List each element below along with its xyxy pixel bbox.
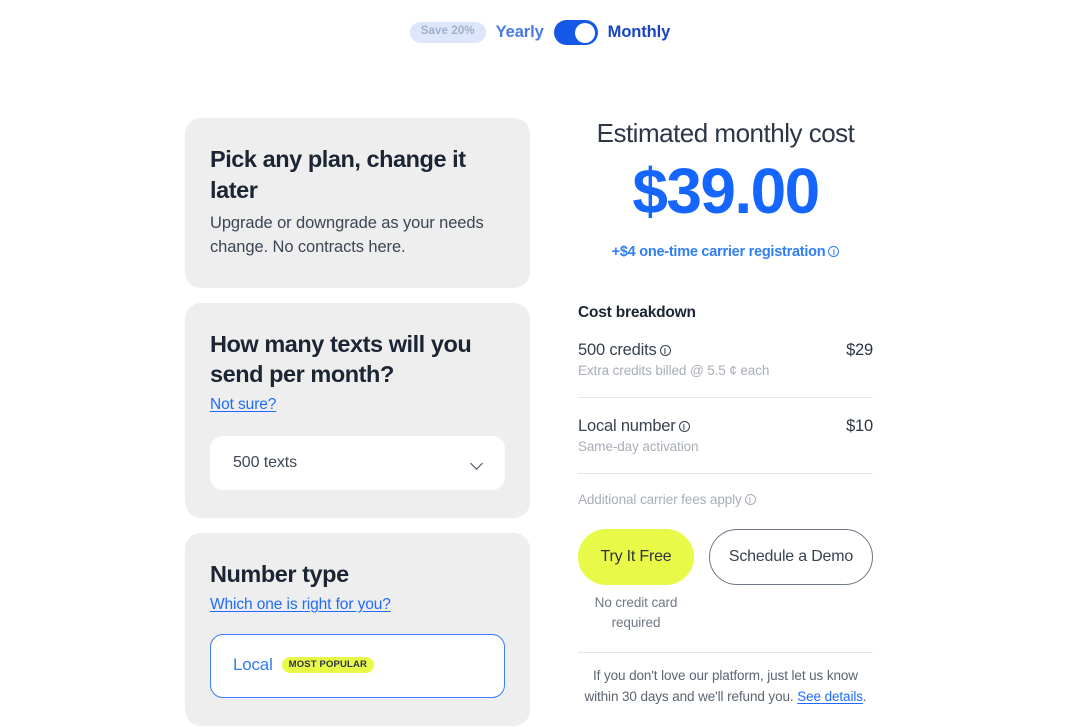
carrier-registration-text: +$4 one-time carrier registration [611, 244, 826, 261]
cost-summary-column: Estimated monthly cost $39.00 +$4 one-ti… [578, 118, 873, 707]
line-item-credits-amount: $29 [846, 341, 873, 360]
carrier-fees-note: Additional carrier fees apply [578, 492, 873, 507]
number-type-option-label: Local [233, 654, 273, 674]
estimated-price: $39.00 [632, 155, 820, 227]
text-volume-select[interactable]: 500 texts [210, 436, 505, 491]
line-item-credits: 500 credits $29 Extra credits billed @ 5… [578, 341, 873, 378]
not-sure-link[interactable]: Not sure? [210, 396, 276, 414]
try-it-free-button[interactable]: Try It Free [578, 529, 694, 586]
save-badge: Save 20% [409, 22, 486, 43]
number-type-card: Number type Which one is right for you? … [185, 533, 530, 726]
which-one-link[interactable]: Which one is right for you? [210, 596, 391, 614]
pricing-page: Save 20% Yearly Monthly Pick any plan, c… [0, 0, 1080, 727]
configurator-column: Pick any plan, change it later Upgrade o… [185, 118, 530, 727]
info-icon[interactable] [659, 345, 671, 357]
billing-toggle-switch[interactable] [553, 20, 598, 45]
plan-info-title: Pick any plan, change it later [210, 146, 466, 203]
billing-option-yearly[interactable]: Yearly [496, 23, 544, 42]
cost-breakdown-title: Cost breakdown [578, 304, 696, 322]
text-volume-title: How many texts will you send per month? [210, 330, 472, 388]
billing-option-monthly[interactable]: Monthly [608, 23, 671, 42]
no-credit-card-note: No credit card required [594, 595, 678, 631]
divider [578, 473, 873, 475]
info-icon[interactable] [828, 246, 840, 258]
cta-button-row: Try It Free No credit card required Sche… [578, 529, 873, 634]
line-item-credits-top: 500 credits $29 [578, 341, 873, 360]
refund-guarantee-period: . [862, 688, 867, 704]
info-icon[interactable] [678, 421, 690, 433]
carrier-registration-note[interactable]: +$4 one-time carrier registration [578, 244, 873, 260]
schedule-demo-button[interactable]: Schedule a Demo [709, 529, 873, 586]
refund-guarantee: If you don't love our platform, just let… [578, 666, 873, 708]
toggle-knob [575, 22, 596, 43]
divider [578, 397, 873, 399]
text-volume-select-value: 500 texts [233, 454, 298, 472]
plan-info-card: Pick any plan, change it later Upgrade o… [185, 118, 530, 288]
number-type-title: Number type [210, 561, 349, 588]
billing-period-toggle: Save 20% Yearly Monthly [0, 20, 1080, 45]
line-item-number-label: Local number [578, 417, 676, 436]
line-item-number-amount: $10 [846, 417, 873, 436]
number-type-option-local[interactable]: Local MOST POPULAR [210, 633, 505, 698]
carrier-fees-text: Additional carrier fees apply [578, 492, 742, 508]
primary-cta-group: Try It Free No credit card required [578, 529, 694, 634]
line-item-number-name: Local number [578, 417, 690, 436]
line-item-number-note: Same-day activation [578, 439, 699, 455]
estimate-title: Estimated monthly cost [596, 118, 855, 148]
line-item-number-top: Local number $10 [578, 417, 873, 436]
chevron-down-icon [471, 459, 484, 467]
plan-info-description: Upgrade or downgrade as your needs chang… [210, 214, 484, 257]
most-popular-badge: MOST POPULAR [281, 656, 374, 673]
line-item-number: Local number $10 Same-day activation [578, 417, 873, 454]
info-icon[interactable] [744, 494, 756, 506]
see-details-link[interactable]: See details [797, 689, 863, 704]
divider [578, 651, 873, 653]
line-item-credits-note: Extra credits billed @ 5.5 ¢ each [578, 363, 770, 379]
text-volume-card: How many texts will you send per month? … [185, 302, 530, 519]
line-item-credits-label: 500 credits [578, 341, 657, 360]
line-item-credits-name: 500 credits [578, 341, 671, 360]
